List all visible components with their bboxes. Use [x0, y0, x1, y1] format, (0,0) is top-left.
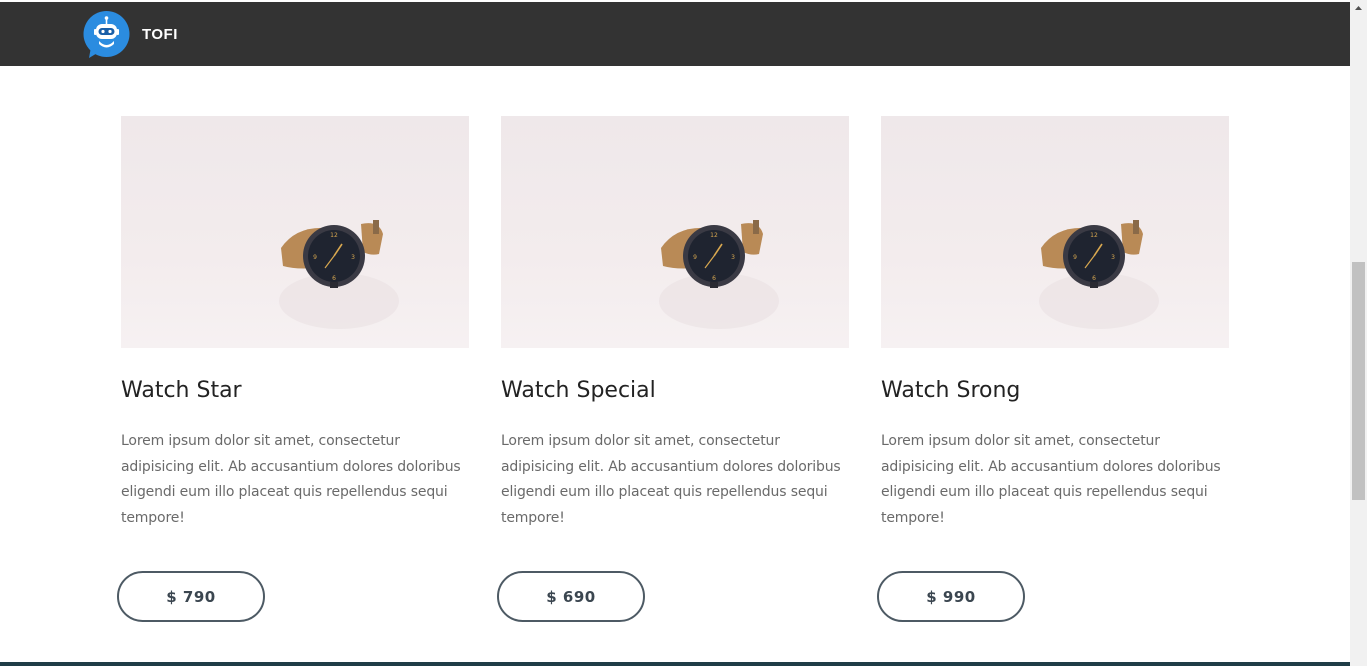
brand-name[interactable]: TOFI: [142, 26, 178, 43]
product-description: Lorem ipsum dolor sit amet, consectetur …: [501, 433, 841, 527]
price-button[interactable]: $ 690: [497, 571, 645, 622]
product-title: Watch Special: [501, 378, 656, 403]
scrollbar-thumb[interactable]: [1352, 262, 1365, 500]
svg-text:9: 9: [1073, 254, 1077, 261]
product-description: Lorem ipsum dolor sit amet, consectetur …: [881, 433, 1221, 527]
vertical-scrollbar[interactable]: [1350, 0, 1367, 666]
wristwatch-image: 12 3 6 9: [121, 116, 469, 348]
wristwatch-image: 12 3 6 9: [881, 116, 1229, 348]
section-divider: [0, 662, 1350, 666]
svg-text:12: 12: [330, 232, 338, 239]
product-card: 12 3 6 9 Watch Srong Lorem ipsum dolor s…: [877, 116, 1229, 622]
price-button[interactable]: $ 990: [877, 571, 1025, 622]
wristwatch-image: 12 3 6 9: [501, 116, 849, 348]
product-card: 12 3 6 9 Watch Special Lorem ipsum dolor…: [497, 116, 849, 622]
product-description: Lorem ipsum dolor sit amet, consectetur …: [121, 433, 461, 527]
robot-chat-icon[interactable]: [83, 11, 130, 58]
svg-text:9: 9: [313, 254, 317, 261]
price-button[interactable]: $ 790: [117, 571, 265, 622]
product-card: 12 3 6 9 Watch Star Lorem ipsum dolor si…: [117, 116, 469, 622]
svg-text:12: 12: [710, 232, 718, 239]
product-title: Watch Srong: [881, 378, 1021, 403]
svg-text:6: 6: [712, 275, 716, 282]
svg-text:9: 9: [693, 254, 697, 261]
svg-text:3: 3: [1111, 254, 1115, 261]
navbar: TOFI: [0, 0, 1350, 66]
svg-text:3: 3: [731, 254, 735, 261]
svg-text:12: 12: [1090, 232, 1098, 239]
svg-text:6: 6: [332, 275, 336, 282]
svg-text:3: 3: [351, 254, 355, 261]
svg-text:6: 6: [1092, 275, 1096, 282]
product-title: Watch Star: [121, 378, 242, 403]
scroll-up-arrow-icon[interactable]: [1350, 0, 1367, 17]
